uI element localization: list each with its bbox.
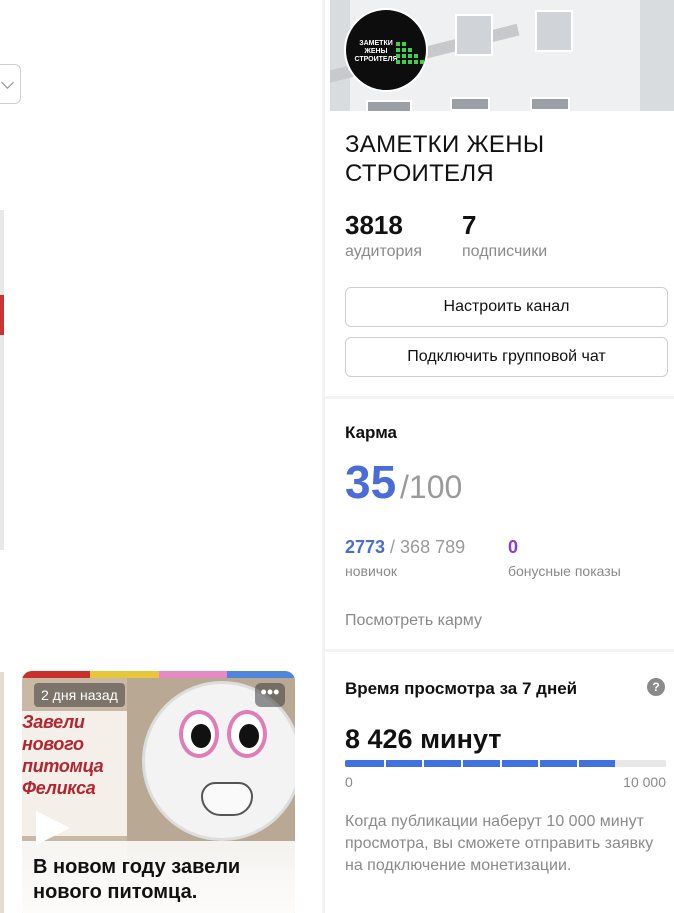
bonus-impressions-label: бонусные показы	[508, 563, 621, 579]
eye-right	[227, 710, 267, 758]
karma-max: /100	[400, 469, 463, 505]
configure-channel-button[interactable]: Настроить канал	[345, 287, 668, 327]
more-options-button[interactable]: •••	[255, 683, 285, 707]
karma-progress-target: / 368 789	[385, 537, 466, 557]
channel-title[interactable]: ЗАМЕТКИ ЖЕНЫ СТРОИТЕЛЯ	[345, 130, 655, 188]
karma-score: 35	[345, 456, 397, 508]
eye-left	[179, 710, 219, 758]
monetization-note: Когда публикации наберут 10 000 минут пр…	[345, 813, 654, 874]
watch-time-progress-bar	[345, 760, 666, 767]
channel-logo[interactable]: ЗАМЕТКИ ЖЕНЫ СТРОИТЕЛЯ	[344, 8, 428, 92]
progress-scale-max: 10 000	[623, 774, 666, 790]
progress-segment-divider	[538, 760, 541, 767]
studio-sidebar: ЗАМЕТКИ ЖЕНЫ СТРОИТЕЛЯ ЗАМЕТКИ ЖЕНЫ СТРО…	[325, 0, 674, 913]
card-color-stripe	[22, 671, 295, 678]
play-icon[interactable]	[36, 811, 70, 845]
audience-label: аудитория	[345, 243, 423, 260]
watch-time-heading: Время просмотра за 7 дней	[345, 679, 578, 698]
progress-scale-min: 0	[345, 774, 353, 790]
logo-stairs-icon	[396, 40, 426, 70]
karma-progress: 2773 / 368 789	[345, 537, 465, 558]
publication-card[interactable]: Завели нового питомца Феликса 2 дня наза…	[22, 671, 295, 913]
connect-group-chat-button[interactable]: Подключить групповой чат	[345, 337, 668, 377]
progress-segment-divider	[460, 760, 463, 767]
watch-time-card: Время просмотра за 7 дней ? 8 426 минут …	[325, 652, 674, 913]
feed-column: Завели нового питомца Феликса 2 дня наза…	[0, 0, 322, 913]
karma-progress-current: 2773	[345, 537, 386, 557]
subscribers-label[interactable]: подписчики	[462, 243, 547, 261]
card-cover-headline: Завели нового питомца Феликса	[22, 712, 104, 798]
karma-heading: Карма	[345, 423, 398, 442]
bonus-impressions-count: 0	[508, 537, 519, 557]
karma-level-label: новичок	[345, 563, 397, 579]
view-karma-link[interactable]: Посмотреть карму	[345, 612, 482, 630]
subscribers-count[interactable]: 7	[462, 210, 476, 241]
feed-item-cropped-bottom[interactable]	[0, 672, 4, 913]
progress-segment-divider	[383, 760, 386, 767]
help-icon[interactable]: ?	[647, 678, 665, 696]
card-title: В новом году завели нового питомца.	[22, 841, 295, 913]
publish-time-badge: 2 дня назад	[34, 683, 125, 707]
channel-card: ЗАМЕТКИ ЖЕНЫ СТРОИТЕЛЯ ЗАМЕТКИ ЖЕНЫ СТРО…	[325, 0, 674, 396]
feed-filter-dropdown[interactable]	[0, 64, 21, 104]
progress-segment-divider	[499, 760, 502, 767]
audience-count: 3818	[345, 210, 403, 240]
mouth-drawing	[201, 782, 253, 816]
chevron-down-icon	[1, 76, 14, 89]
logo-text: ЗАМЕТКИ ЖЕНЫ СТРОИТЕЛЯ	[354, 40, 398, 63]
progress-segment-divider	[576, 760, 579, 767]
progress-segment-divider	[422, 760, 425, 767]
feed-item-cropped[interactable]	[0, 210, 4, 550]
karma-card: Карма 35 /100 2773 / 368 789 0 новичок б…	[325, 399, 674, 649]
watch-time-total: 8 426 минут	[345, 724, 502, 754]
